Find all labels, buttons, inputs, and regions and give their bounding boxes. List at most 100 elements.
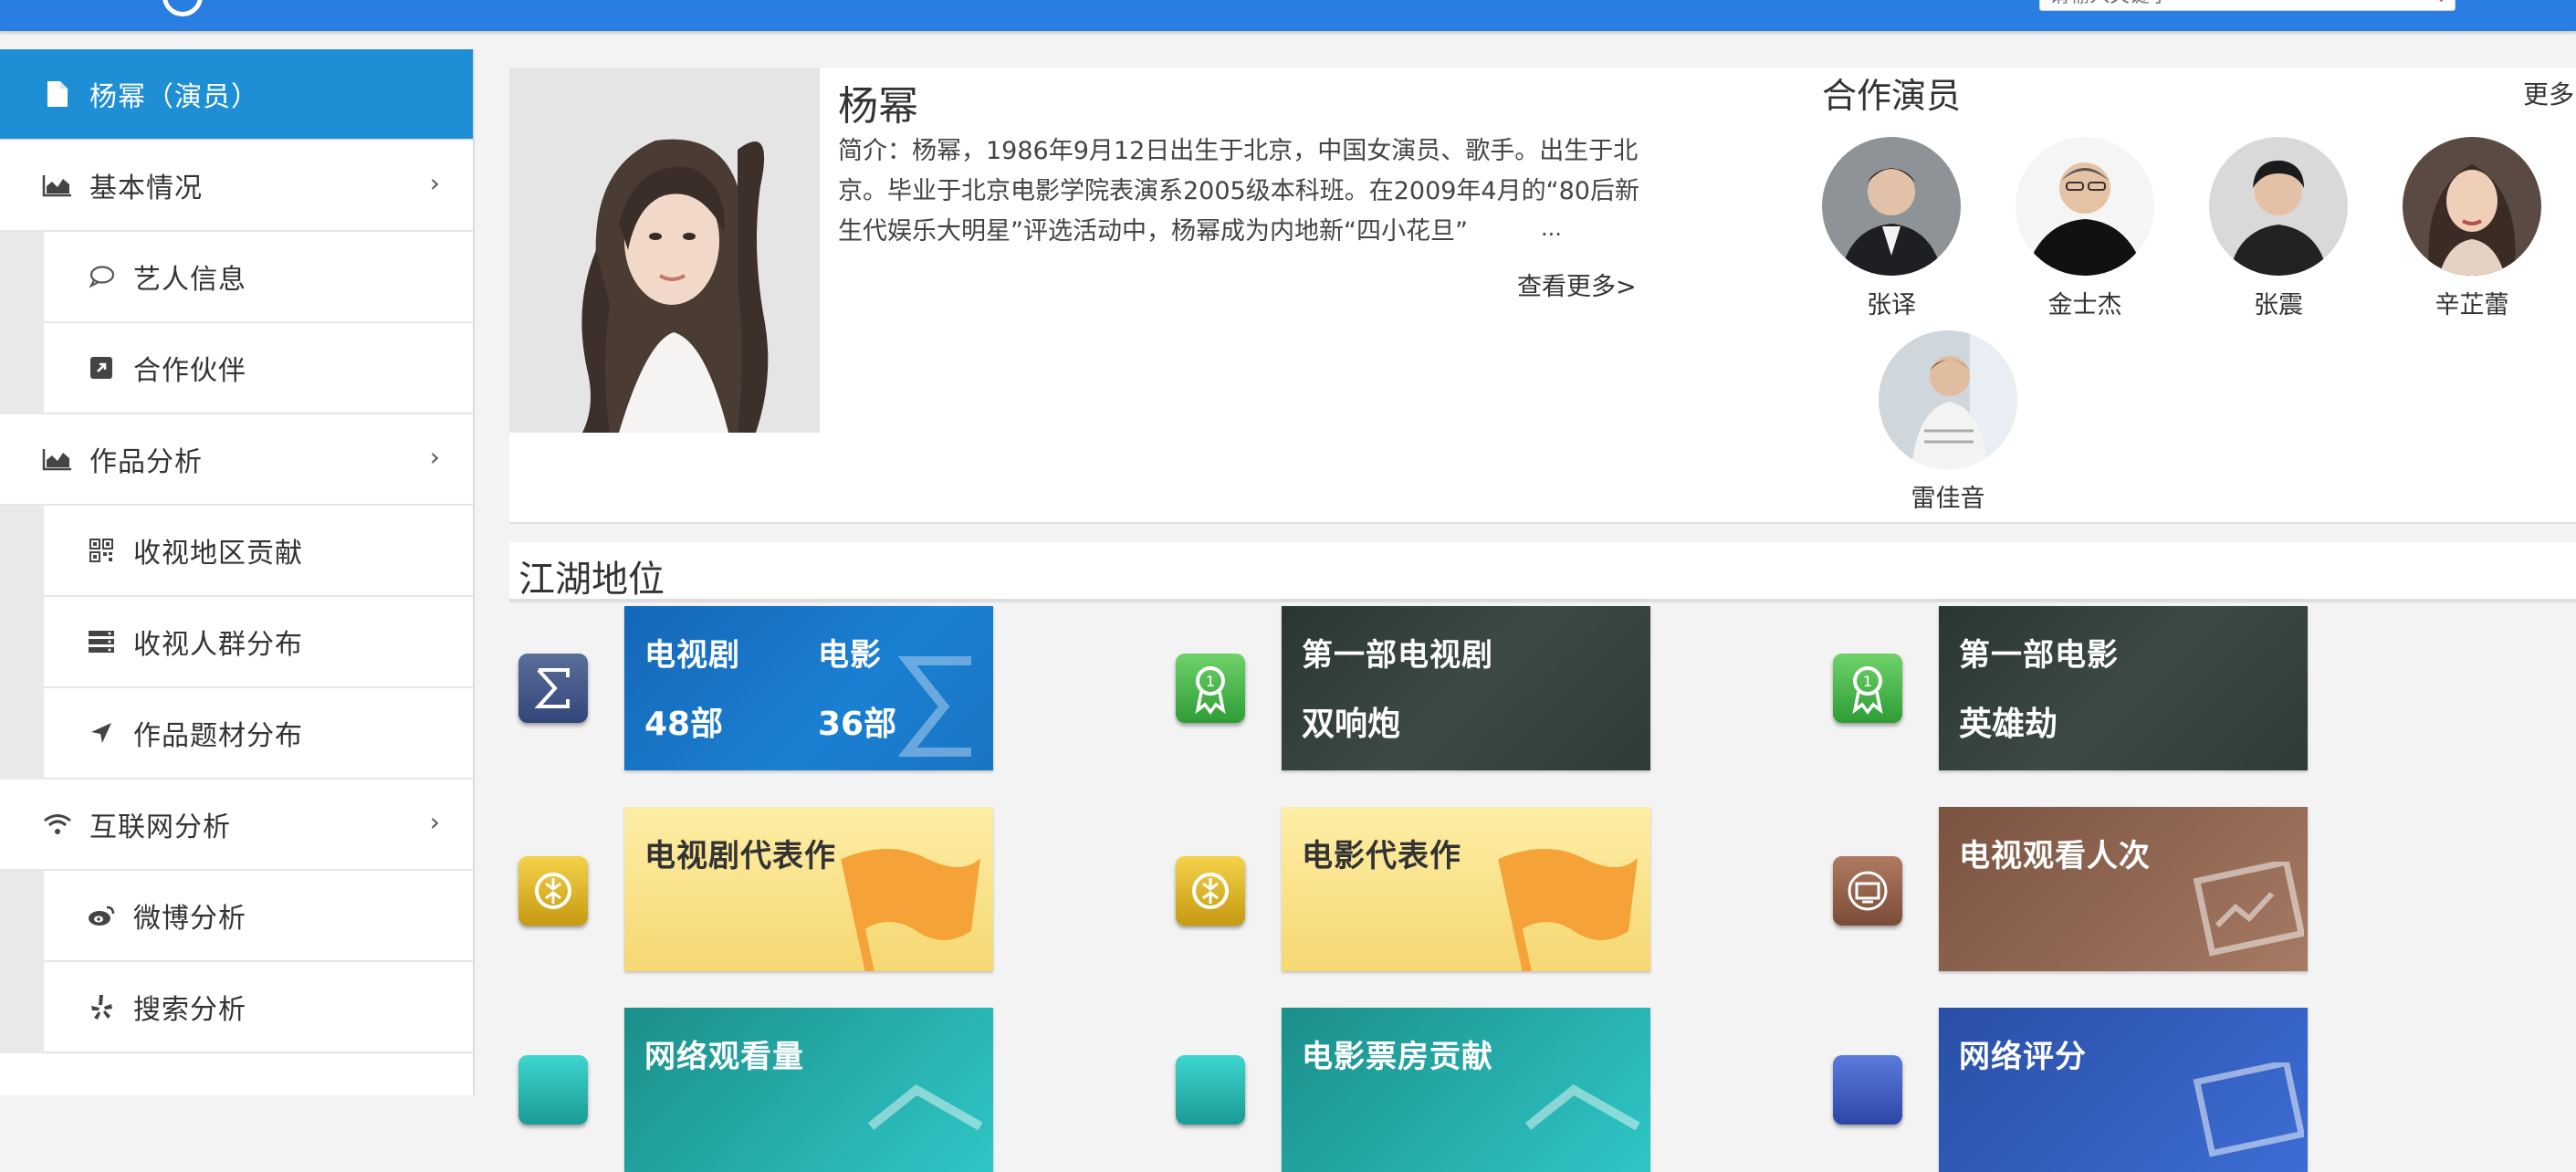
movie-masterpiece-tile[interactable]: 电影代表作 xyxy=(1282,807,1650,971)
tile-title: 第一部电视剧 xyxy=(1302,637,1493,674)
sidebar-item-label: 作品分析 xyxy=(89,446,203,478)
coactor-item[interactable]: 金士杰 xyxy=(2012,137,2158,320)
view-more-link[interactable]: 查看更多> xyxy=(1517,267,1637,302)
chevron-right-icon: › xyxy=(429,442,440,472)
sidebar-item-partners[interactable]: 合作伙伴 xyxy=(44,323,473,414)
monitor-icon xyxy=(1176,1055,1245,1125)
movie-count: 36部 xyxy=(818,706,897,743)
tile-title: 第一部电影 xyxy=(1959,637,2119,674)
tv-count: 48部 xyxy=(644,706,724,743)
sidebar-item-weibo-analysis[interactable]: 微博分析 xyxy=(44,871,473,962)
sidebar-item-label: 互联网分析 xyxy=(89,811,231,843)
sidebar-nav: 杨幂（演员） 基本情况 › 艺人信息 合作伙伴 作品分析 › 收视地区贡献 收视… xyxy=(0,49,475,1095)
tile-value: 双响炮 xyxy=(1302,706,1401,743)
sidebar-item-works-analysis[interactable]: 作品分析 › xyxy=(0,414,473,506)
web-views-tile[interactable]: 网络观看量 xyxy=(624,1008,993,1172)
works-count-tile[interactable]: 电视剧 48部 电影 36部 xyxy=(624,606,993,770)
tv-viewers-tile[interactable]: 电视观看人次 xyxy=(1939,807,2308,971)
tv-label: 电视剧 xyxy=(644,637,740,674)
tile-title: 网络评分 xyxy=(1959,1039,2087,1075)
tile-value: 英雄劫 xyxy=(1959,706,2058,743)
actor-bio: 简介：杨幂，1986年9月12日出生于北京，中国女演员、歌手。出生于北京。毕业于… xyxy=(838,137,1639,246)
avatar xyxy=(2016,137,2154,276)
sidebar-item-region-contribution[interactable]: 收视地区贡献 xyxy=(44,506,473,597)
logo[interactable] xyxy=(162,0,203,16)
sidebar-item-label: 作品题材分布 xyxy=(133,720,303,752)
coactor-item[interactable]: 张震 xyxy=(2205,137,2351,320)
sidebar-item-label: 杨幂（演员） xyxy=(89,81,259,113)
sidebar-item-search-analysis[interactable]: 搜索分析 xyxy=(44,962,473,1053)
tile-title: 电影代表作 xyxy=(1302,838,1461,874)
weibo-icon xyxy=(86,902,117,929)
coactors-title: 合作演员 xyxy=(1822,76,1962,116)
first-movie-tile[interactable]: 第一部电影 英雄劫 xyxy=(1939,606,2308,770)
chevron-right-icon: › xyxy=(429,807,440,837)
server-icon xyxy=(86,628,117,655)
rotate-icon xyxy=(518,856,588,926)
wifi-icon xyxy=(42,811,73,838)
actor-photo xyxy=(509,68,820,433)
monitor-icon xyxy=(518,1055,588,1125)
movie-label: 电影 xyxy=(818,637,882,674)
rotate-icon xyxy=(1176,856,1245,926)
avatar xyxy=(1879,330,2017,469)
section-title: 江湖地位 xyxy=(518,559,665,601)
sidebar-item-yangmi[interactable]: 杨幂（演员） xyxy=(0,49,473,141)
profile-card: 杨幂 简介：杨幂，1986年9月12日出生于北京，中国女演员、歌手。出生于北京。… xyxy=(509,68,2576,524)
coactor-item[interactable]: 辛芷蕾 xyxy=(2399,137,2545,320)
bio-ellipsis: ... xyxy=(1532,215,1571,241)
globe-icon xyxy=(1833,1055,1902,1125)
sidebar-item-basic-info[interactable]: 基本情况 › xyxy=(0,141,473,232)
comment-icon xyxy=(86,263,117,290)
web-rating-tile[interactable]: 网络评分 xyxy=(1939,1008,2308,1172)
sidebar-item-label: 搜索分析 xyxy=(133,994,246,1026)
sidebar-item-label: 收视人群分布 xyxy=(133,629,303,661)
coactor-item[interactable]: 雷佳音 xyxy=(1875,330,2021,514)
coactor-name: 辛芷蕾 xyxy=(2435,291,2509,319)
sidebar-item-audience-distribution[interactable]: 收视人群分布 xyxy=(44,597,473,688)
coactor-name: 张译 xyxy=(1867,291,1916,319)
first-tv-tile[interactable]: 第一部电视剧 双响炮 xyxy=(1282,606,1650,770)
qrcode-icon xyxy=(86,537,117,564)
top-navbar xyxy=(0,0,2576,31)
location-arrow-icon xyxy=(86,719,117,747)
sidebar-item-label: 微博分析 xyxy=(133,903,246,935)
box-office-tile[interactable]: 电影票房贡献 xyxy=(1282,1008,1650,1172)
avatar xyxy=(1822,137,1961,276)
coactor-name: 金士杰 xyxy=(2047,291,2122,319)
tile-title: 电影票房贡献 xyxy=(1302,1039,1493,1075)
search-icon[interactable] xyxy=(2425,0,2445,5)
svg-text:1: 1 xyxy=(1863,673,1872,690)
award-icon: 1 xyxy=(1176,654,1245,723)
avatar xyxy=(2209,137,2348,276)
sidebar-item-label: 合作伙伴 xyxy=(133,355,246,387)
coactor-name: 张震 xyxy=(2254,291,2303,319)
tv-icon xyxy=(1833,856,1902,926)
sidebar-item-artist-info[interactable]: 艺人信息 xyxy=(44,232,473,323)
external-link-icon xyxy=(86,354,117,382)
tile-title: 电视剧代表作 xyxy=(644,838,836,874)
coactor-item[interactable]: 张译 xyxy=(1818,137,1964,320)
coactor-name: 雷佳音 xyxy=(1911,485,1985,513)
status-section-header: 江湖地位 xyxy=(509,542,2576,602)
avatar xyxy=(2403,137,2541,276)
award-icon: 1 xyxy=(1833,654,1902,723)
svg-text:1: 1 xyxy=(1206,673,1215,690)
sidebar-item-label: 基本情况 xyxy=(89,173,203,204)
sigma-icon xyxy=(518,654,588,723)
area-chart-icon xyxy=(42,172,73,199)
search-input[interactable] xyxy=(2049,0,2405,6)
tile-title: 网络观看量 xyxy=(644,1039,804,1075)
file-icon xyxy=(42,80,73,108)
actor-name: 杨幂 xyxy=(838,83,918,130)
sidebar-item-label: 艺人信息 xyxy=(133,264,246,296)
sidebar-item-internet-analysis[interactable]: 互联网分析 › xyxy=(0,780,473,871)
search-box[interactable] xyxy=(2039,0,2456,11)
sidebar-item-genre-distribution[interactable]: 作品题材分布 xyxy=(44,688,473,780)
area-chart-icon xyxy=(42,445,73,473)
coactors-more-link[interactable]: 更多 xyxy=(2523,75,2574,111)
tv-masterpiece-tile[interactable]: 电视剧代表作 xyxy=(624,807,993,971)
yelp-icon xyxy=(86,993,117,1020)
sidebar-item-label: 收视地区贡献 xyxy=(133,538,303,570)
chevron-right-icon: › xyxy=(429,168,440,198)
